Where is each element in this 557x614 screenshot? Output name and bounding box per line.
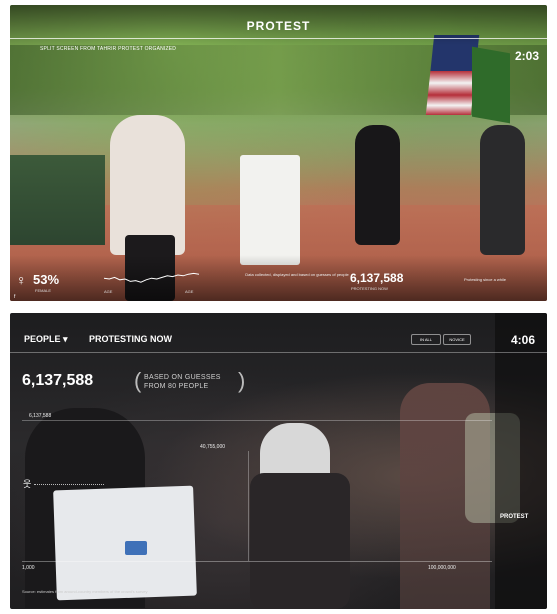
corner-mark: f — [14, 294, 16, 300]
sparkline-label-start: AGE — [104, 289, 113, 294]
estimate-basis: BASED ON GUESSES FROM 80 PEOPLE — [144, 374, 221, 390]
photo-sign-logo — [125, 541, 147, 555]
chart-mid-tick: 40,755,000 — [200, 444, 226, 450]
axis-min-label: 1,000 — [22, 565, 35, 571]
data-note: Data collected, displayed and based on g… — [245, 272, 349, 277]
bracket-close: ) — [238, 368, 246, 393]
chart-vertical-line — [248, 451, 249, 561]
photo-fence — [10, 155, 105, 245]
axis-max-label: 100,000,000 — [428, 565, 456, 571]
protester-count: 6,137,588 — [22, 372, 94, 389]
bracket-open: ( — [134, 368, 142, 393]
protester-count: 6,137,588 — [350, 271, 404, 285]
photo-person-center — [250, 473, 350, 609]
header-divider — [10, 352, 547, 353]
female-icon: ♀ — [16, 272, 27, 288]
sparkline-label-end: AGE — [185, 289, 194, 294]
protest-label: PROTEST — [500, 514, 529, 520]
video-title: PROTEST — [246, 19, 311, 33]
header-divider — [10, 38, 547, 39]
chart-axis-line — [22, 561, 492, 562]
right-dark-band — [495, 313, 547, 609]
female-percentage: 53% — [33, 272, 60, 287]
filter-all-button[interactable]: IN ALL — [411, 334, 441, 345]
photo-protester-left — [110, 115, 185, 255]
photo-protester-right — [480, 125, 525, 255]
filter-novice-button[interactable]: NOVICE — [443, 334, 471, 345]
video-timestamp: 2:03 — [514, 49, 539, 63]
photo-protester-center — [355, 125, 400, 245]
photo-green-flag — [472, 46, 510, 124]
protester-count-caption: PROTESTING NOW — [351, 286, 388, 291]
protest-video-panel: PROTEST SPLIT SCREEN FROM TAHRIR PROTEST… — [10, 5, 547, 301]
chart-dots — [34, 484, 104, 486]
age-sparkline — [104, 272, 199, 283]
people-stats-panel: PEOPLE ▾ PROTESTING NOW IN ALL NOVICE 4:… — [10, 313, 547, 609]
person-icon: 웃 — [23, 479, 32, 489]
chart-top-tick: 6,137,588 — [29, 413, 52, 419]
duration-note: Protesting since a while — [464, 277, 507, 282]
source-footer: Source: estimates from around-country me… — [22, 589, 148, 594]
chart-top-line — [22, 420, 492, 421]
video-timestamp: 4:06 — [510, 333, 535, 347]
sparkline-path — [104, 272, 199, 283]
female-caption: FEMALE — [35, 288, 52, 293]
section-heading: PROTESTING NOW — [89, 334, 172, 344]
video-subtitle: SPLIT SCREEN FROM TAHRIR PROTEST ORGANIZ… — [40, 46, 177, 52]
photo-protester-sign — [240, 155, 300, 265]
section-dropdown[interactable]: PEOPLE ▾ — [24, 334, 68, 345]
